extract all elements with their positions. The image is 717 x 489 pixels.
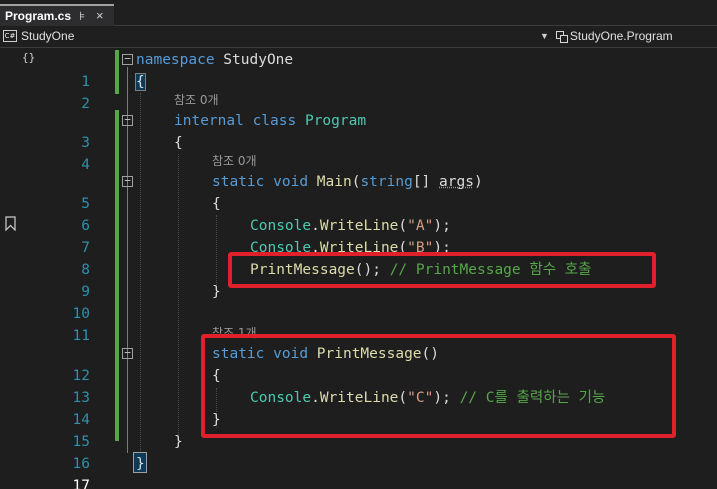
code-line[interactable]: 5 − static void Main(string[] args) xyxy=(0,171,717,212)
keyword: internal xyxy=(174,113,244,129)
code-editor[interactable]: {} 참조 0개 참조 0개 참조 1개 1 − namespace Study… xyxy=(0,49,717,489)
keyword: namespace xyxy=(136,52,215,68)
punctuation: ) xyxy=(473,174,483,190)
line-number: 17 xyxy=(72,478,90,489)
class-dropdown[interactable]: ▼ StudyOne.Program xyxy=(540,29,673,43)
close-icon[interactable]: × xyxy=(96,8,104,23)
punctuation: ( xyxy=(398,218,408,234)
keyword: void xyxy=(273,174,309,190)
type-name: Console xyxy=(250,218,312,234)
punctuation: ); xyxy=(433,218,451,234)
code-line[interactable]: 11 xyxy=(0,303,717,344)
csharp-project-icon: C# xyxy=(3,30,17,42)
keyword: static xyxy=(212,174,265,190)
code-line[interactable]: 3 − internal class Program xyxy=(0,110,717,151)
chevron-down-icon[interactable]: ▼ xyxy=(540,31,549,41)
highlight-box-method xyxy=(201,334,676,438)
brace-match: { xyxy=(135,73,146,91)
class-path: StudyOne.Program xyxy=(569,29,673,43)
project-name: StudyOne xyxy=(21,29,75,43)
method-name: Main xyxy=(316,174,352,190)
highlight-box-call xyxy=(228,252,656,288)
navigation-bar: C# StudyOne ▼ StudyOne.Program xyxy=(0,27,717,48)
punctuation: [] xyxy=(412,174,440,190)
class-icon xyxy=(555,30,568,43)
brace: { xyxy=(174,135,183,151)
code-line[interactable]: 6 { xyxy=(0,193,717,234)
brace: { xyxy=(212,196,221,212)
method-name: WriteLine xyxy=(319,218,399,234)
collapse-icon[interactable]: − xyxy=(122,347,133,359)
code-line[interactable]: 2 { xyxy=(0,71,717,112)
document-tab-strip: Program.cs ⊧ × xyxy=(0,0,717,26)
brace: } xyxy=(136,456,145,472)
project-dropdown[interactable]: C# StudyOne xyxy=(3,29,74,43)
code-line[interactable]: 7 Console.WriteLine("A"); xyxy=(0,215,717,256)
collapse-icon[interactable]: − xyxy=(122,53,133,65)
pin-icon[interactable]: ⊧ xyxy=(79,9,85,23)
brace: } xyxy=(212,284,221,300)
keyword: class xyxy=(252,113,297,129)
brace: } xyxy=(174,434,183,450)
string-literal: "A" xyxy=(407,218,434,234)
code-line[interactable]: 1 − namespace StudyOne xyxy=(0,49,717,90)
tab-title: Program.cs xyxy=(5,9,72,23)
keyword: string xyxy=(360,174,413,190)
type-name: Program xyxy=(304,113,367,129)
parameter: args xyxy=(439,174,474,190)
identifier: StudyOne xyxy=(214,52,294,68)
punctuation: . xyxy=(311,218,320,234)
collapse-icon[interactable]: − xyxy=(122,175,133,187)
code-line-current[interactable]: 17 } xyxy=(0,453,717,489)
tab-program-cs[interactable]: Program.cs ⊧ × xyxy=(0,4,114,26)
code-line[interactable]: 4 { xyxy=(0,132,717,173)
collapse-icon[interactable]: − xyxy=(122,114,133,126)
